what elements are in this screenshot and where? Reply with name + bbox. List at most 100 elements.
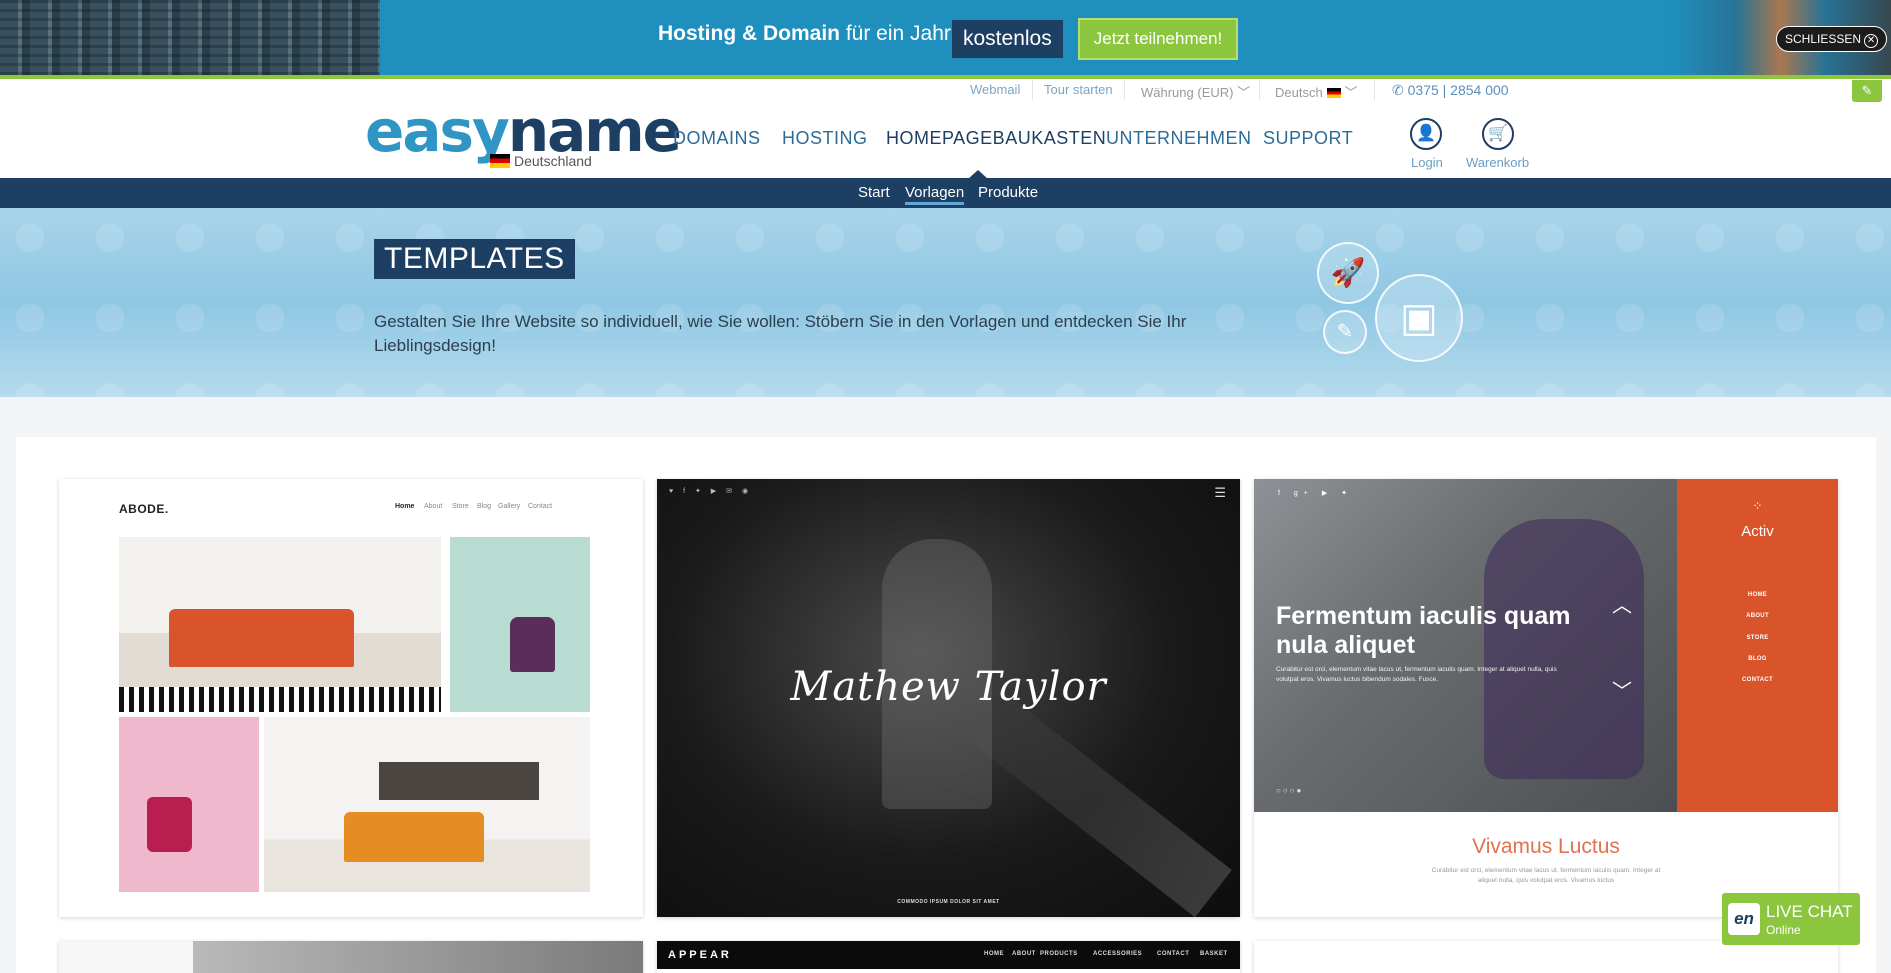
template-menu-item: Home [395,503,415,510]
template-topbar [657,941,1240,969]
hamburger-menu-icon: ☰ [1214,485,1226,500]
currency-value: Währung (EUR) [1141,85,1234,100]
topbar-divider [1032,80,1033,100]
nav-unternehmen[interactable]: UNTERNEHMEN [1106,128,1252,149]
nav-homepagebaukasten[interactable]: HOMEPAGEBAUKASTEN [886,128,1106,149]
template-logo: APPEAR [668,949,732,961]
promo-cta-button[interactable]: Jetzt teilnehmen! [1078,18,1238,60]
subnav-produkte[interactable]: Produkte [978,184,1038,201]
template-card-abode[interactable]: ABODE. Home About Store Blog Gallery Con… [59,479,643,917]
template-photo-armchair [450,537,590,712]
promo-servers-illustration [0,0,380,75]
nav-hosting[interactable]: HOSTING [782,128,868,149]
template-menu-item: HOME [984,951,1004,957]
language-select[interactable]: Deutsch ﹀ [1275,82,1357,101]
sofa-shape [344,812,484,862]
nav-support[interactable]: SUPPORT [1263,128,1353,149]
phone-link[interactable]: ✆ 0375 | 2854 000 [1392,82,1509,99]
cart-icon[interactable]: 🛒 [1482,118,1514,150]
social-icons: f g+ ▶ ✦ [1278,490,1354,497]
template-section-text: Curabitur est orci, elementum vitae lacu… [1431,867,1661,884]
shelf-shape [379,762,539,800]
template-subtext: Curabitur est orci, elementum vitae lacu… [1276,666,1557,683]
currency-select[interactable]: Währung (EUR) ﹀ [1141,82,1250,101]
slider-dots: ○○○● [1276,786,1304,795]
template-menu-item: CONTACT [1742,677,1773,683]
browser-window-icon: ▣ [1375,274,1463,362]
template-menu-item: About [424,503,443,510]
template-menu-item: Blog [477,503,492,510]
template-artist-name: Mathew Taylor [790,664,1107,710]
flag-de-icon [1326,88,1341,98]
language-value: Deutsch [1275,85,1323,100]
promo-headline: Hosting & Domain für ein Jahr [658,22,951,45]
subnav-vorlagen[interactable]: Vorlagen [905,184,964,201]
topbar-divider [1259,80,1260,100]
phone-number: 0375 | 2854 000 [1407,82,1509,98]
chevron-down-icon: ﹀ [1612,681,1632,703]
template-sidebar: ⁘ Activ HOME ABOUT STORE BLOG CONTACT [1677,479,1838,812]
template-menu-item: Contact [528,503,553,510]
template-menu-item: BLOG [1748,656,1767,662]
rug-shape [119,687,441,712]
template-menu-item: ACCESSORIES [1093,951,1143,957]
rocket-icon: 🚀 [1317,242,1379,304]
template-photo-living-room [119,537,441,712]
chevron-up-icon: ︿ [1612,595,1632,617]
country-label: Deutschland [514,153,592,169]
chair-shape [147,797,192,852]
template-photo [193,941,643,973]
template-menu-item: STORE [1746,635,1769,641]
template-brand: Activ [1741,523,1774,540]
page-title: TEMPLATES [374,239,575,279]
template-card-activ[interactable]: f g+ ▶ ✦ Fermentum iaculis quam nula ali… [1254,479,1838,917]
template-card-row2-1[interactable] [59,941,643,973]
promo-close-label: SCHLIESSEN [1785,32,1862,46]
chat-title: LIVE CHAT [1766,902,1853,921]
template-menu-item: BASKET [1200,951,1228,957]
brand-dots-icon: ⁘ [1752,499,1763,513]
tour-link[interactable]: Tour starten [1044,82,1113,97]
chat-status: Online [1766,923,1801,937]
template-logo: ABODE. [119,502,169,516]
user-icon[interactable]: 👤 [1410,118,1442,150]
chair-shape [510,617,555,672]
feedback-icon: ✎ [1861,83,1873,98]
template-photo-pink-chair [119,717,259,892]
hero-description: Gestalten Sie Ihre Website so individuel… [374,312,1187,355]
promo-close-button[interactable]: SCHLIESSEN ✕ [1776,26,1888,52]
template-section-title: Vivamus Luctus [1472,835,1620,858]
template-card-mathew-taylor[interactable]: ♥ f ✦ ▶ ✉ ◉ ☰ Mathew Taylor COMMODO IPSU… [657,479,1240,917]
subnav-start[interactable]: Start [858,184,890,201]
stage-light-beam [958,685,1232,917]
close-circle-icon: ✕ [1864,34,1879,48]
chevron-down-icon: ﹀ [1344,85,1358,100]
subnav-active-indicator [905,202,964,205]
chat-logo-icon: en [1728,903,1760,935]
logo-country: Deutschland [490,153,592,169]
topbar-divider [1124,80,1125,100]
template-menu-item: PRODUCTS [1040,951,1078,957]
live-chat-widget[interactable]: en LIVE CHAT Online [1722,893,1860,945]
template-card-row2-3[interactable] [1254,941,1838,973]
nav-domains[interactable]: DOMAINS [673,128,761,149]
template-menu-item: ABOUT [1012,951,1036,957]
brush-icon: ✎ [1323,310,1367,354]
template-footer-text: COMMODO IPSUM DOLOR SIT AMET [897,899,1000,905]
flag-de-icon [490,154,510,168]
cart-link[interactable]: Warenkorb [1466,155,1529,170]
template-menu-item: ABOUT [1746,613,1769,619]
feedback-tab[interactable]: ✎ [1852,80,1882,102]
login-link[interactable]: Login [1411,155,1443,170]
promo-highlight: kostenlos [952,20,1063,58]
template-menu-item: Store [452,503,469,510]
chevron-down-icon: ﹀ [1237,85,1251,100]
template-menu-item: Gallery [498,503,521,510]
template-photo-orange-sofa [264,717,590,892]
sofa-shape [169,609,354,667]
template-card-appear[interactable]: APPEAR HOME ABOUT PRODUCTS ACCESSORIES C… [657,941,1240,973]
phone-icon: ✆ [1392,82,1404,98]
template-menu-item: CONTACT [1157,951,1190,957]
social-icons: ♥ f ✦ ▶ ✉ ◉ [669,488,753,495]
webmail-link[interactable]: Webmail [970,82,1020,97]
